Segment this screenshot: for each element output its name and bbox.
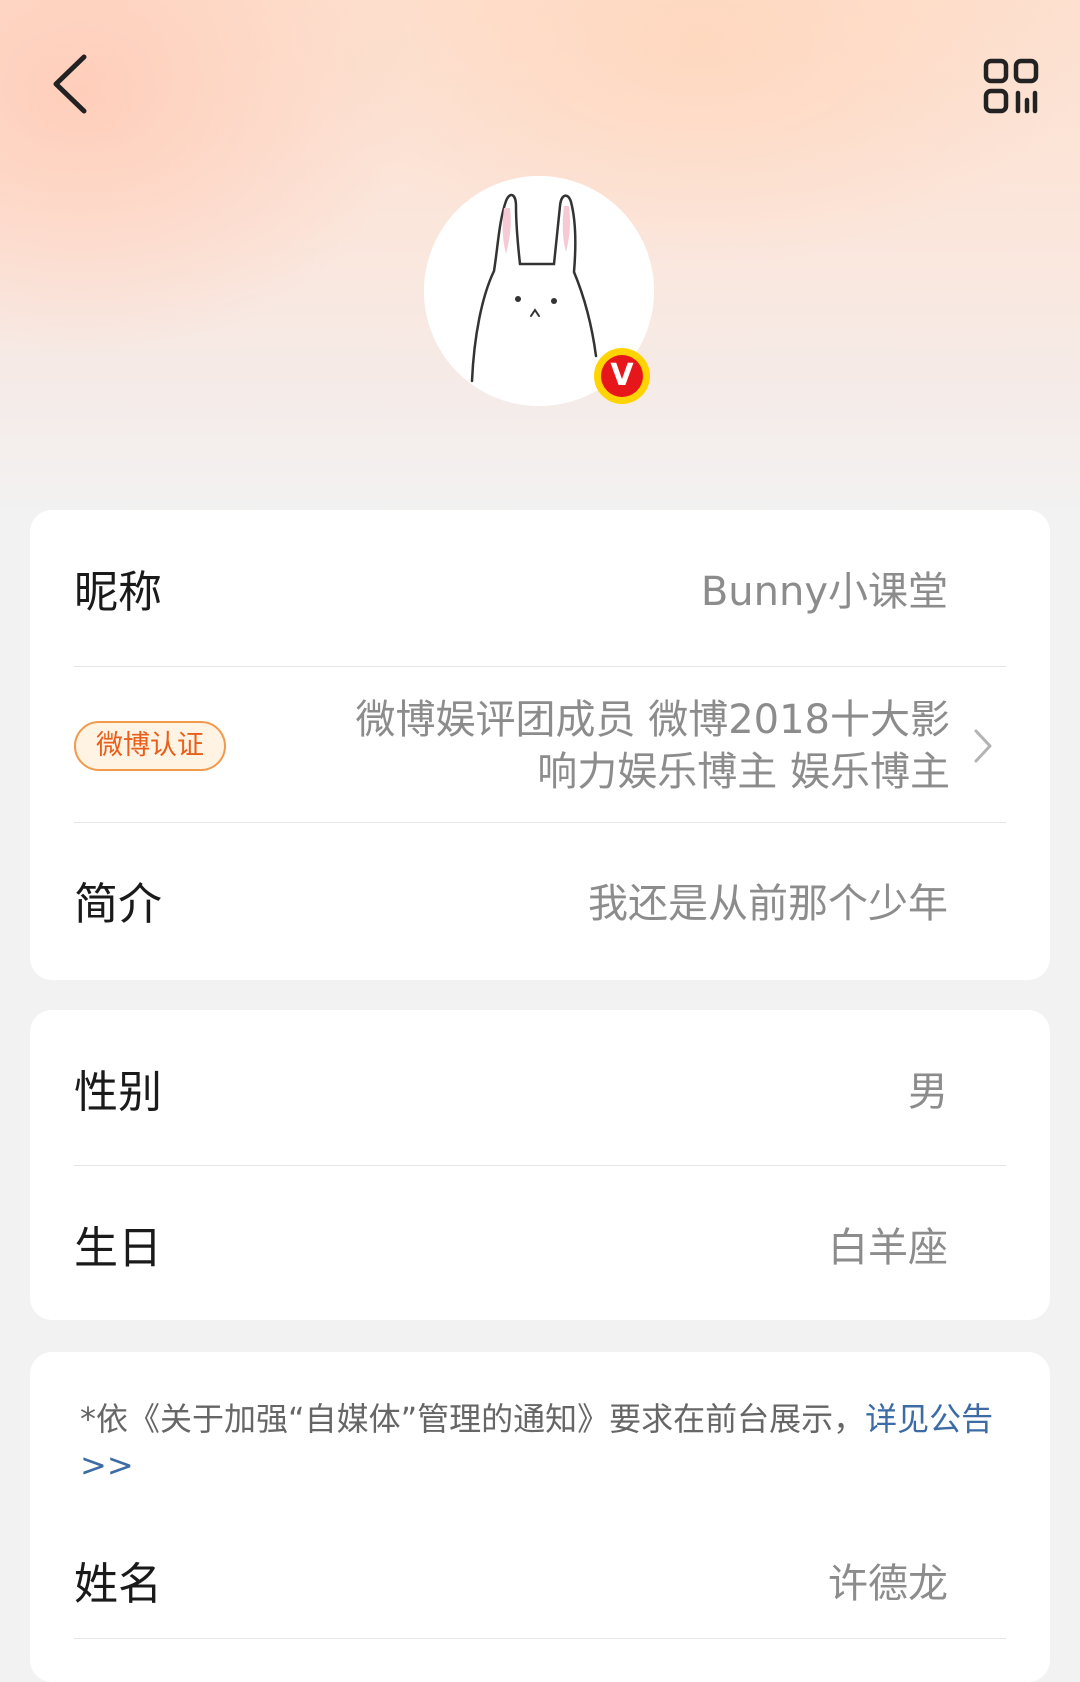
- real-name-value: 许德龙: [828, 1561, 948, 1607]
- personal-info-card: 性别 男 生日 白羊座: [30, 1010, 1050, 1320]
- basic-info-card: 昵称 Bunny小课堂 微博认证 微博娱评团成员 微博2018十大影 响力娱乐博…: [30, 510, 1050, 980]
- qr-code-button[interactable]: [975, 50, 1047, 122]
- bio-row[interactable]: 简介 我还是从前那个少年: [74, 852, 1006, 948]
- weibo-verify-tag: 微博认证: [74, 721, 226, 771]
- avatar[interactable]: V: [424, 176, 654, 406]
- chevron-right-icon: [968, 726, 998, 766]
- birthday-label: 生日: [74, 1223, 162, 1274]
- verification-line-1: 微博娱评团成员 微博2018十大影: [355, 697, 950, 743]
- divider: [74, 1638, 1006, 1639]
- nickname-value: Bunny小课堂: [700, 569, 948, 615]
- verification-row[interactable]: 微博认证 微博娱评团成员 微博2018十大影 响力娱乐博主 娱乐博主: [74, 686, 998, 806]
- bio-value: 我还是从前那个少年: [588, 881, 948, 927]
- gender-row[interactable]: 性别 男: [74, 1040, 1006, 1136]
- disclosure-card: *依《关于加强“自媒体”管理的通知》要求在前台展示，详见公告>> 姓名 许德龙: [30, 1352, 1050, 1682]
- verified-badge: V: [594, 348, 650, 404]
- gender-value: 男: [908, 1069, 948, 1115]
- disclosure-notice: *依《关于加强“自媒体”管理的通知》要求在前台展示，详见公告>>: [80, 1396, 1030, 1488]
- divider: [74, 1165, 1006, 1166]
- divider: [74, 822, 1006, 823]
- chevron-left-icon: [53, 54, 87, 114]
- nickname-row[interactable]: 昵称 Bunny小课堂: [74, 540, 1006, 636]
- bio-label: 简介: [74, 879, 162, 930]
- nickname-label: 昵称: [74, 567, 162, 618]
- disclosure-notice-text: *依《关于加强“自媒体”管理的通知》要求在前台展示，: [80, 1400, 866, 1438]
- qr-code-icon: [983, 58, 1039, 114]
- real-name-label: 姓名: [74, 1559, 162, 1610]
- real-name-row: 姓名 许德龙: [74, 1532, 1006, 1628]
- back-button[interactable]: [30, 44, 110, 124]
- birthday-value: 白羊座: [828, 1225, 948, 1271]
- divider: [74, 666, 1006, 667]
- birthday-row[interactable]: 生日 白羊座: [74, 1196, 1006, 1292]
- verification-description: 微博娱评团成员 微博2018十大影 响力娱乐博主 娱乐博主: [250, 694, 950, 798]
- gender-label: 性别: [74, 1067, 162, 1118]
- verification-line-2: 响力娱乐博主 娱乐博主: [537, 749, 950, 795]
- verified-badge-letter: V: [601, 355, 643, 397]
